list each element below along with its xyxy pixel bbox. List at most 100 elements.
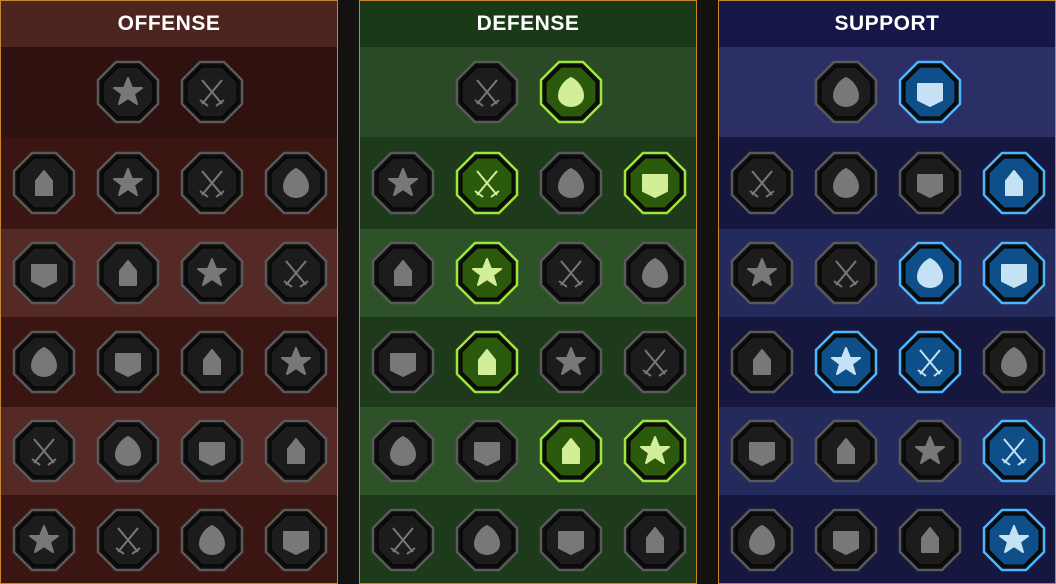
poison-flask-icon-badge — [730, 508, 794, 572]
hourglass-burst-icon[interactable] — [455, 330, 519, 394]
flaming-skull-icon[interactable] — [898, 151, 962, 215]
triple-claw-slash-icon-badge — [180, 60, 244, 124]
shattered-blade-icon[interactable] — [982, 151, 1046, 215]
all-seeing-eye-icon-badge — [898, 419, 962, 483]
sparkling-sword-icon[interactable] — [12, 508, 76, 572]
raised-fist-icon[interactable] — [539, 60, 603, 124]
radiant-shield-icon[interactable] — [814, 151, 878, 215]
radiant-skull-icon-badge — [539, 419, 603, 483]
support-row-1 — [719, 47, 1055, 137]
horned-demon-icon-badge — [12, 151, 76, 215]
poison-flask-icon[interactable] — [730, 508, 794, 572]
flexing-giant-icon-badge — [623, 508, 687, 572]
armored-heart-icon[interactable] — [455, 151, 519, 215]
stone-golem-icon-badge — [539, 151, 603, 215]
grasping-hand-icon[interactable] — [623, 419, 687, 483]
dagger-ring-icon[interactable] — [180, 419, 244, 483]
offense-row-5 — [1, 407, 337, 495]
lightning-chains-icon[interactable] — [264, 330, 328, 394]
defense-row-1 — [360, 47, 696, 137]
bull-head-icon[interactable] — [623, 330, 687, 394]
spiked-armor-icon[interactable] — [371, 508, 435, 572]
knight-helm-icon[interactable] — [96, 508, 160, 572]
open-palm-icon[interactable] — [539, 330, 603, 394]
fanged-jaw-icon[interactable] — [96, 241, 160, 305]
defense-row-5 — [360, 407, 696, 495]
crowd-figures-icon-badge — [371, 330, 435, 394]
spiked-skull-icon[interactable] — [264, 508, 328, 572]
eagle-head-icon[interactable] — [982, 508, 1046, 572]
swords-in-ground-icon[interactable] — [12, 419, 76, 483]
spiked-crown-icon[interactable] — [455, 419, 519, 483]
knight-helm-icon-badge — [96, 508, 160, 572]
halo-figure-icon[interactable] — [623, 241, 687, 305]
defense-row-6 — [360, 495, 696, 583]
comet-icon[interactable] — [814, 330, 878, 394]
winged-shield-icon[interactable] — [455, 508, 519, 572]
open-book-icon-badge — [898, 330, 962, 394]
offense-title: OFFENSE — [1, 1, 337, 47]
angry-eyes-icon[interactable] — [982, 330, 1046, 394]
voodoo-doll-icon[interactable] — [982, 419, 1046, 483]
crossed-swords-icon[interactable] — [96, 60, 160, 124]
offense-row-2 — [1, 137, 337, 229]
warrior-guard-icon[interactable] — [371, 241, 435, 305]
radiant-skull-icon[interactable] — [539, 419, 603, 483]
knight-shield-icon[interactable] — [455, 241, 519, 305]
twin-figures-icon[interactable] — [982, 241, 1046, 305]
clawed-orb-icon[interactable] — [898, 60, 962, 124]
skull-slash-icon-badge — [180, 241, 244, 305]
praying-hands-icon[interactable] — [730, 151, 794, 215]
support-row-5 — [719, 407, 1055, 495]
offense-panel: OFFENSE — [0, 0, 338, 584]
beast-brute-icon[interactable] — [180, 508, 244, 572]
gripping-fist-icon-badge — [96, 330, 160, 394]
triple-claw-slash-icon[interactable] — [180, 60, 244, 124]
crossed-blades-shield-icon[interactable] — [623, 151, 687, 215]
swift-boot-icon[interactable] — [814, 419, 878, 483]
open-book-icon[interactable] — [898, 330, 962, 394]
skull-pile-icon[interactable] — [96, 419, 160, 483]
support-panel: SUPPORT — [718, 0, 1056, 584]
bleeding-blade-icon[interactable] — [12, 330, 76, 394]
open-palm-icon-badge — [539, 330, 603, 394]
cracked-ground-icon[interactable] — [898, 241, 962, 305]
stone-golem-icon[interactable] — [539, 151, 603, 215]
sparkle-figure-icon[interactable] — [730, 241, 794, 305]
lightning-shield-icon-badge — [814, 241, 878, 305]
shield-pierce-icon[interactable] — [180, 151, 244, 215]
gripping-fist-icon[interactable] — [96, 330, 160, 394]
shocked-warrior-icon[interactable] — [264, 419, 328, 483]
arrow-volley-icon[interactable] — [12, 241, 76, 305]
pierced-heart-icon-badge — [264, 151, 328, 215]
offense-row-3 — [1, 229, 337, 317]
all-seeing-eye-icon[interactable] — [898, 419, 962, 483]
chained-heart-icon[interactable] — [730, 330, 794, 394]
brick-wall-icon-badge — [455, 60, 519, 124]
sword-slash-icon[interactable] — [96, 151, 160, 215]
compass-star-icon[interactable] — [730, 419, 794, 483]
brick-wall-icon[interactable] — [455, 60, 519, 124]
pierced-heart-icon[interactable] — [264, 151, 328, 215]
crowd-figures-icon[interactable] — [371, 330, 435, 394]
hooded-skull-icon[interactable] — [539, 508, 603, 572]
winged-skull-icon[interactable] — [814, 508, 878, 572]
skull-heart-icon-badge — [539, 241, 603, 305]
heart-plus-icon[interactable] — [814, 60, 878, 124]
flexing-giant-icon[interactable] — [623, 508, 687, 572]
reaper-scythe-icon[interactable] — [264, 241, 328, 305]
skull-slash-icon[interactable] — [180, 241, 244, 305]
cursed-hand-icon[interactable] — [898, 508, 962, 572]
support-row-2 — [719, 137, 1055, 229]
spiked-skull-icon-badge — [264, 508, 328, 572]
lightning-shield-icon[interactable] — [814, 241, 878, 305]
double-axe-icon[interactable] — [180, 330, 244, 394]
offense-row-4 — [1, 317, 337, 407]
horned-demon-icon[interactable] — [12, 151, 76, 215]
dashing-runner-icon[interactable] — [371, 419, 435, 483]
crossed-blades-shield-icon-badge — [623, 151, 687, 215]
layered-shield-icon[interactable] — [371, 151, 435, 215]
skull-heart-icon[interactable] — [539, 241, 603, 305]
compass-star-icon-badge — [730, 419, 794, 483]
defense-panel: DEFENSE — [359, 0, 697, 584]
